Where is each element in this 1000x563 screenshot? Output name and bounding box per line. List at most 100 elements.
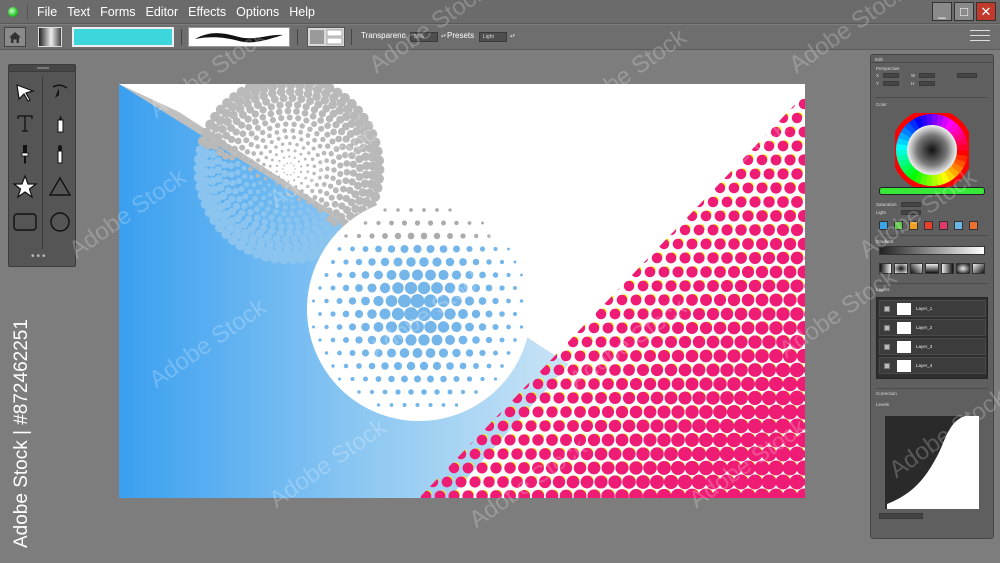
layer-row[interactable]: Layer_2 [879,319,986,336]
diagonal-gradient-button[interactable] [909,263,924,274]
y-field[interactable] [883,81,899,86]
tools-divider [42,77,43,249]
more-tools-icon[interactable]: ••• [31,251,48,262]
menu-forms[interactable]: Forms [95,0,140,24]
levels-curve[interactable] [885,416,979,509]
brush-stroke-swatch[interactable] [188,27,290,47]
layer-name: Layer_3 [916,344,933,349]
presets-label: Presets [447,31,475,40]
select-arrow-icon[interactable] [11,79,39,107]
toolbar: Transparenc 55% Presets Light [0,25,1000,50]
menu-help[interactable]: Help [284,0,320,24]
section-divider [876,97,988,98]
correction-label: Correction [876,391,897,396]
light-field[interactable] [901,210,921,215]
tools-panel-handle[interactable] [9,65,75,72]
maximize-button[interactable]: □ [954,2,974,21]
app-logo-icon [8,6,18,17]
linear-gradient-button[interactable] [879,263,893,274]
dropper-icon[interactable] [11,140,39,168]
reverse-gradient-button[interactable] [940,263,955,274]
home-icon [9,31,21,43]
vertical-gradient-button[interactable] [925,263,939,274]
panel-header[interactable] [871,55,993,63]
toolbar-divider [181,29,182,45]
layer-visibility-checkbox[interactable] [884,363,890,369]
transparency-label: Transparenc [361,31,406,40]
color-swatch[interactable] [72,27,174,47]
h-field[interactable] [919,81,935,86]
layers-list: Layer_1 Layer_2 Layer_3 Layer_4 [876,297,988,379]
star-icon[interactable] [11,173,39,201]
text-tool-icon[interactable] [11,109,39,137]
circle-icon[interactable] [46,208,74,236]
transparency-spinner[interactable]: 55% [410,32,446,42]
triangle-icon[interactable] [46,173,74,201]
layer-name: Layer_1 [916,306,933,311]
inner-gradient-button[interactable] [956,263,970,274]
minimize-button[interactable]: _ [932,2,952,21]
properties-panel: Edit Perspective X Y W H Color Saturatio… [870,54,994,539]
artboard-canvas[interactable] [119,84,805,498]
angle-field[interactable] [957,73,977,78]
curve-graph [885,416,965,509]
layer-row[interactable]: Layer_3 [879,338,986,355]
menu-file[interactable]: File [32,0,62,24]
toolbar-divider [297,29,298,45]
menu-options[interactable]: Options [231,0,284,24]
layer-row[interactable]: Layer_1 [879,300,986,317]
tools-panel: ••• [8,64,76,267]
gradient-label: Gradient [876,239,894,244]
window-controls: _ □ ✕ [932,2,996,21]
light-label: Light [876,210,886,215]
halftone-artwork [119,84,805,498]
levels-label: Levels [876,402,890,407]
menu-editor[interactable]: Editor [141,0,184,24]
layer-visibility-checkbox[interactable] [884,306,890,312]
saturation-field[interactable] [901,202,921,207]
perspective-label: Perspective [876,66,900,71]
section-divider [876,235,988,236]
layer-name: Layer_2 [916,325,933,330]
layer-visibility-checkbox[interactable] [884,325,890,331]
color-swatch-chip[interactable] [894,221,903,230]
section-divider [876,283,988,284]
layout-grid-icon [310,29,343,45]
gradient-type-buttons [879,263,985,274]
hue-slider[interactable] [879,187,985,195]
marker-icon[interactable] [46,109,74,137]
w-field[interactable] [919,73,935,78]
h-label: H [911,81,915,86]
layer-thumbnail [897,322,911,334]
radial-gradient-button[interactable] [894,263,908,274]
color-swatch-chip[interactable] [879,221,888,230]
pen-nib-icon[interactable] [46,79,74,107]
menu-bar: File Text Forms Editor Effects Options H… [0,0,1000,24]
presets-dropdown[interactable]: Light [479,32,515,42]
x-field[interactable] [883,73,899,78]
layer-thumbnail [897,360,911,372]
home-button[interactable] [4,27,26,47]
gradient-bar[interactable] [879,246,985,255]
brush-icon[interactable] [46,140,74,168]
rounded-rect-icon[interactable] [11,208,39,236]
close-button[interactable]: ✕ [976,2,996,21]
hamburger-menu-icon[interactable] [970,30,990,50]
color-swatch-chip[interactable] [909,221,918,230]
color-swatch-chip[interactable] [924,221,933,230]
gradient-swatch[interactable] [38,27,62,47]
color-swatch-chip[interactable] [939,221,948,230]
menu-text[interactable]: Text [62,0,95,24]
color-swatch-chip[interactable] [954,221,963,230]
layer-visibility-checkbox[interactable] [884,344,890,350]
sphere-dots [307,197,531,421]
y-label: Y [876,81,880,86]
layer-row[interactable]: Layer_4 [879,357,986,374]
levels-slider[interactable] [879,513,923,519]
color-label: Color [876,102,887,107]
menu-effects[interactable]: Effects [183,0,231,24]
layout-button[interactable] [307,27,345,47]
color-wheel[interactable] [895,113,969,187]
angle-gradient-button[interactable] [971,263,985,274]
color-swatch-chip[interactable] [969,221,978,230]
